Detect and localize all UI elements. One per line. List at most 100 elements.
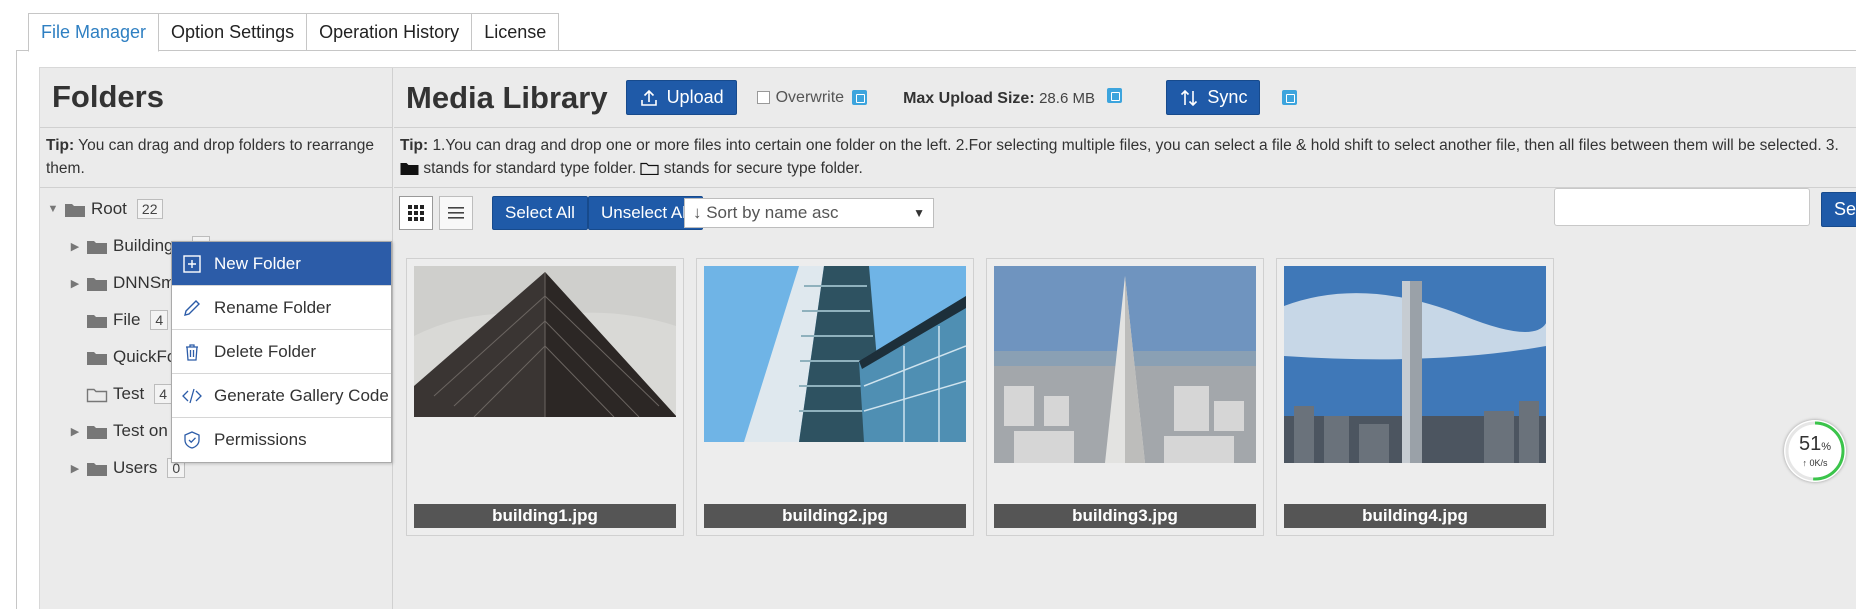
folder-icon	[87, 462, 107, 476]
folders-title: Folders	[52, 79, 164, 114]
file-card[interactable]: building2.jpg	[696, 258, 974, 536]
delete-folder-menu-item[interactable]: Delete Folder	[172, 330, 391, 374]
overwrite-label: Overwrite	[775, 88, 845, 106]
max-upload-size: Max Upload Size: 28.6 MB	[903, 87, 1123, 108]
caret-right-icon[interactable]: ▶	[68, 425, 82, 438]
sync-button[interactable]: Sync	[1166, 80, 1261, 115]
upload-icon	[640, 89, 657, 106]
menu-item-label: New Folder	[214, 253, 301, 273]
standard-folder-icon	[400, 163, 419, 175]
tree-node-file[interactable]: File 4	[82, 307, 169, 333]
speed-percent-value: 51	[1798, 433, 1822, 455]
max-upload-label: Max Upload Size:	[903, 89, 1035, 107]
folder-context-menu: New Folder Rename Folder Delete Folder G…	[171, 241, 392, 463]
sort-dropdown[interactable]: ↓ Sort by name asc ▼	[684, 198, 934, 228]
caret-right-icon[interactable]: ▶	[68, 277, 82, 290]
library-toolbar: Select All Unselect All ↓ Sort by name a…	[399, 188, 1856, 230]
tree-node-users[interactable]: ▶ Users 0	[68, 455, 186, 481]
list-view-button[interactable]	[439, 196, 473, 230]
code-icon	[182, 388, 202, 403]
tab-operation-history[interactable]: Operation History	[307, 13, 473, 51]
permissions-menu-item[interactable]: Permissions	[172, 418, 391, 462]
pencil-icon	[184, 299, 200, 316]
network-speed-widget[interactable]: 51% ↑ 0K/s	[1784, 420, 1846, 482]
tree-node-label: Root	[91, 199, 127, 218]
list-icon	[448, 207, 464, 219]
folder-icon	[87, 240, 107, 254]
folders-header: Folders	[40, 68, 392, 128]
grid-icon	[408, 205, 424, 221]
tree-node-label: DNNSm	[113, 273, 176, 292]
checkbox-box[interactable]	[756, 91, 770, 104]
frame-border	[16, 51, 17, 609]
generate-gallery-code-menu-item[interactable]: Generate Gallery Code	[172, 374, 391, 418]
library-tip-text: 1.You can drag and drop one or more file…	[432, 137, 1839, 154]
menu-item-label: Delete Folder	[214, 341, 317, 361]
tree-node-count: 4	[150, 310, 169, 330]
file-grid: building1.jpg building2.jpg building3.jp…	[406, 258, 1554, 536]
sort-value: ↓ Sort by name asc	[693, 203, 839, 222]
tree-node-dnnsm[interactable]: ▶ DNNSm	[68, 270, 176, 296]
caret-right-icon[interactable]: ▶	[68, 462, 82, 475]
shield-icon	[184, 431, 200, 449]
file-name: building2.jpg	[704, 504, 966, 528]
folder-icon	[87, 277, 107, 291]
tree-node-label: File	[113, 310, 141, 329]
secure-folder-icon	[640, 162, 660, 175]
new-folder-menu-item[interactable]: New Folder	[172, 242, 391, 286]
secure-folder-icon	[86, 388, 108, 402]
tree-node-test-on[interactable]: ▶ Test on	[68, 418, 168, 444]
file-card[interactable]: building4.jpg	[1276, 258, 1554, 536]
file-card[interactable]: building3.jpg	[986, 258, 1264, 536]
upload-label: Upload	[666, 87, 724, 107]
tree-node-label: Users	[113, 458, 158, 477]
building4-thumbnail[interactable]	[1284, 266, 1546, 463]
tree-node-label: QuickFo	[113, 347, 177, 366]
file-name: building4.jpg	[1284, 504, 1546, 528]
tree-node-test[interactable]: Test 4	[82, 381, 172, 407]
tree-node-quickfo[interactable]: QuickFo	[82, 344, 176, 370]
caret-down-icon[interactable]: ▼	[46, 203, 60, 215]
plus-square-icon	[183, 254, 201, 273]
library-tip-label: Tip:	[400, 137, 429, 154]
trash-icon	[186, 343, 198, 361]
tree-node-label: Test	[113, 384, 145, 403]
building3-thumbnail[interactable]	[994, 266, 1256, 463]
folders-tip-text: You can drag and drop folders to rearran…	[46, 137, 375, 177]
search-button[interactable]: Search	[1821, 192, 1856, 227]
building2-thumbnail[interactable]	[704, 266, 966, 442]
overwrite-checkbox[interactable]: Overwrite	[756, 88, 868, 107]
tree-node-label: Test on	[113, 421, 168, 440]
tab-file-manager[interactable]: File Manager	[28, 13, 160, 52]
speed-rate-value: 0K/s	[1809, 458, 1828, 468]
file-name: building1.jpg	[414, 504, 676, 528]
library-tip: Tip: 1.You can drag and drop one or more…	[394, 128, 1856, 188]
grid-view-button[interactable]	[399, 196, 433, 230]
help-icon[interactable]	[1282, 90, 1298, 105]
tab-option-settings[interactable]: Option Settings	[159, 13, 308, 51]
menu-item-label: Permissions	[214, 430, 307, 449]
tab-bar: File Manager Option Settings Operation H…	[16, 13, 1856, 52]
file-card[interactable]: building1.jpg	[406, 258, 684, 536]
upload-button[interactable]: Upload	[625, 80, 737, 115]
tab-license[interactable]: License	[472, 13, 560, 51]
help-icon[interactable]	[1107, 87, 1123, 103]
search-input[interactable]	[1554, 188, 1810, 226]
speed-rate: ↑ 0K/s	[1802, 458, 1828, 468]
select-all-button[interactable]: Select All	[492, 196, 588, 230]
sync-icon	[1181, 89, 1198, 106]
tree-node-count: 22	[136, 199, 163, 219]
folder-icon	[87, 425, 107, 439]
file-name: building3.jpg	[994, 504, 1256, 528]
speed-percent-unit: %	[1821, 441, 1832, 453]
rename-folder-menu-item[interactable]: Rename Folder	[172, 286, 391, 330]
tree-node-count: 4	[154, 384, 172, 404]
dropdown-arrow-icon: ▼	[913, 206, 925, 220]
library-tip-text: stands for standard type folder.	[423, 160, 637, 177]
tree-node-root[interactable]: ▼ Root 22	[46, 196, 163, 222]
caret-right-icon[interactable]: ▶	[68, 240, 82, 253]
folder-icon	[65, 203, 85, 217]
folders-tip-label: Tip:	[46, 137, 75, 154]
help-icon[interactable]	[852, 90, 868, 105]
building1-thumbnail[interactable]	[414, 266, 676, 417]
